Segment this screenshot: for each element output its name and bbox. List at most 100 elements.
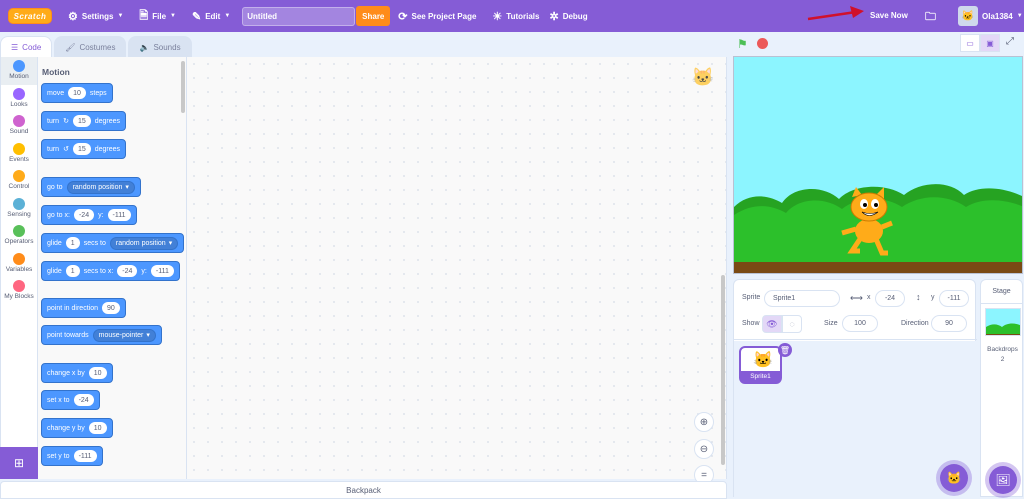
category-menu: Motion Looks Sound Events Control Sensin… <box>0 57 38 479</box>
size-input[interactable]: 100 <box>842 315 878 332</box>
category-variables[interactable]: Variables <box>1 250 37 278</box>
block-input[interactable]: -111 <box>73 450 97 462</box>
block-text: y: <box>141 267 147 275</box>
category-events[interactable]: Events <box>1 140 37 168</box>
block-dropdown[interactable]: mouse-pointer ▾ <box>92 328 156 342</box>
stage-canvas[interactable] <box>733 56 1023 274</box>
direction-input[interactable]: 90 <box>931 315 967 332</box>
category-sound[interactable]: Sound <box>1 112 37 140</box>
block-input[interactable]: -111 <box>150 265 174 277</box>
add-extension-icon: ⊞ <box>13 456 25 470</box>
block-input[interactable]: 15 <box>72 143 91 155</box>
zoom-out-button[interactable]: ⊖ <box>694 439 714 459</box>
palette-scrollbar[interactable] <box>181 61 185 113</box>
fullscreen-icon[interactable]: ⤢ <box>1006 36 1014 47</box>
small-stage-button[interactable]: ▭ <box>960 34 980 52</box>
set-x-block[interactable]: set x to -24 <box>41 390 100 410</box>
block-input[interactable]: 90 <box>101 302 120 314</box>
block-text: move <box>47 89 65 97</box>
save-now-button[interactable]: Save Now <box>870 11 908 20</box>
category-dot-icon <box>13 142 25 155</box>
see-project-page-button[interactable]: ⟳ See Project Page <box>390 0 484 32</box>
account-menu[interactable]: 🐱 Ola1384 ▼ <box>958 6 1023 26</box>
file-menu[interactable]: 🗎 File ▼ <box>131 0 184 32</box>
change-x-block[interactable]: change x by 10 <box>41 363 113 383</box>
category-looks[interactable]: Looks <box>1 85 37 113</box>
show-visible-button[interactable]: 👁 <box>762 315 782 333</box>
zoom-in-icon: ⊕ <box>699 416 709 428</box>
change-y-block[interactable]: change y by 10 <box>41 418 113 438</box>
block-dropdown[interactable]: random position ▾ <box>66 180 135 194</box>
block-input[interactable]: 1 <box>65 237 80 249</box>
backpack[interactable]: Backpack <box>0 481 727 499</box>
size-label: Size <box>824 320 838 327</box>
block-text: go to <box>47 183 63 191</box>
script-scrollbar[interactable] <box>721 275 725 465</box>
zoom-in-button[interactable]: ⊕ <box>694 412 714 432</box>
go-to-xy-block[interactable]: go to x: -24 y: -111 <box>41 205 137 225</box>
script-area[interactable]: 🐱 ⊕ ⊖ = <box>187 57 727 485</box>
x-input[interactable]: -24 <box>875 290 905 307</box>
block-input[interactable]: -24 <box>117 265 138 277</box>
category-motion[interactable]: Motion <box>1 57 37 85</box>
set-y-block[interactable]: set y to -111 <box>41 446 103 466</box>
tab-costumes[interactable]: 🖌 Costumes <box>54 36 127 58</box>
stage-thumbnail-image <box>986 309 1020 335</box>
category-operators[interactable]: Operators <box>1 222 37 250</box>
stop-icon[interactable] <box>757 38 768 49</box>
green-flag-icon[interactable]: ⚑ <box>737 37 748 51</box>
move-steps-block[interactable]: move 10 steps <box>41 83 113 103</box>
block-input[interactable]: 15 <box>72 115 91 127</box>
block-input[interactable]: 10 <box>88 367 107 379</box>
category-my-blocks[interactable]: My Blocks <box>1 277 37 305</box>
block-input[interactable]: 1 <box>65 265 80 277</box>
turn-right-block[interactable]: turn ↻ 15 degrees <box>41 111 127 131</box>
block-input[interactable]: -24 <box>73 394 94 406</box>
project-title-input[interactable]: Untitled <box>242 6 356 26</box>
add-extension-button[interactable]: ⊞ <box>0 447 38 479</box>
scratch-logo[interactable]: Scratch <box>8 8 52 24</box>
debug-button[interactable]: ✲ Debug <box>547 0 595 32</box>
sprite-tile-name: Sprite1 <box>741 371 780 382</box>
block-input[interactable]: 10 <box>88 422 107 434</box>
category-dot-icon <box>13 87 25 100</box>
category-sensing[interactable]: Sensing <box>1 195 37 223</box>
tutorials-button[interactable]: ☀ Tutorials <box>484 0 547 32</box>
delete-sprite-button[interactable]: 🗑 <box>778 343 792 357</box>
turn-left-block[interactable]: turn ↺ 15 degrees <box>41 139 127 159</box>
dropdown-value: mouse-pointer <box>98 331 144 339</box>
block-text: turn <box>47 145 60 153</box>
glide-to-block[interactable]: glide 1 secs to random position ▾ <box>41 233 185 253</box>
block-palette: Motion move 10 steps turn ↻ 15 degrees t… <box>38 57 187 479</box>
block-dropdown[interactable]: random position ▾ <box>109 236 179 250</box>
block-input[interactable]: 10 <box>68 87 86 99</box>
stage-selector[interactable]: Stage Backdrops 2 🖼 <box>980 279 1023 497</box>
glide-to-xy-block[interactable]: glide 1 secs to x: -24 y: -111 <box>41 261 180 281</box>
my-stuff-folder-icon[interactable]: 🗀 <box>925 8 936 27</box>
category-label: Motion <box>9 73 29 80</box>
block-text: secs to <box>83 239 106 247</box>
share-button[interactable]: Share <box>356 6 391 26</box>
go-to-block[interactable]: go to random position ▾ <box>41 177 141 197</box>
tab-code[interactable]: ☰ Code <box>0 36 53 58</box>
block-text: glide <box>47 267 62 275</box>
sprite-name-input[interactable]: Sprite1 <box>764 290 840 307</box>
large-stage-button[interactable]: ▣ <box>980 34 1000 52</box>
choose-sprite-button[interactable]: 🐱 <box>940 464 968 492</box>
point-towards-block[interactable]: point towards mouse-pointer ▾ <box>41 325 162 345</box>
file-icon: 🗎 <box>139 9 149 22</box>
avatar: 🐱 <box>958 6 978 26</box>
choose-backdrop-button[interactable]: 🖼 <box>989 466 1017 494</box>
category-dot-icon <box>13 115 25 127</box>
block-input[interactable]: -111 <box>107 209 131 221</box>
edit-menu[interactable]: ✎ Edit ▼ <box>184 0 238 32</box>
category-control[interactable]: Control <box>1 167 37 195</box>
block-text: degrees <box>94 117 121 125</box>
y-input[interactable]: -111 <box>939 290 969 307</box>
tab-sounds[interactable]: 🔈 Sounds <box>128 36 192 58</box>
block-input[interactable]: -24 <box>73 209 95 221</box>
sprite-tile[interactable]: 🐱 Sprite1 🗑 <box>739 343 792 384</box>
show-hidden-button[interactable]: ◌ <box>782 315 802 333</box>
point-in-direction-block[interactable]: point in direction 90 <box>41 298 126 318</box>
settings-menu[interactable]: ⚙ Settings ▼ <box>60 0 131 32</box>
